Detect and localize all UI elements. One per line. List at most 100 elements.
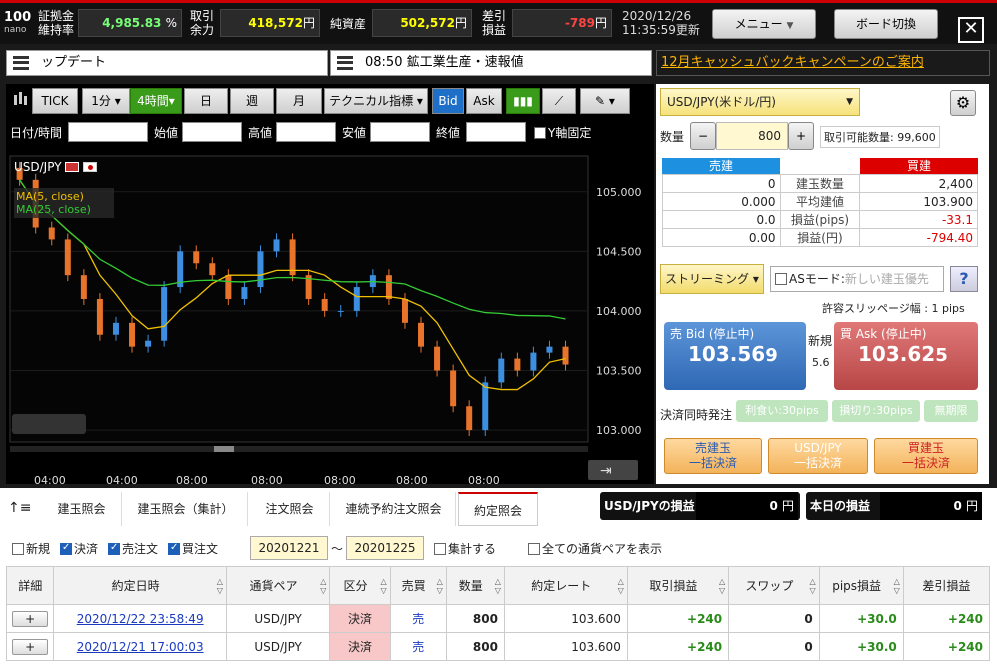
column-header[interactable]: 通貨ペア △ ▽ [225, 566, 331, 605]
filter-buy-checkbox[interactable]: 買注文 [168, 540, 218, 557]
filter-settle-checkbox[interactable]: 決済 [60, 540, 98, 557]
candle-body [562, 346, 569, 365]
quantity-minus-button[interactable]: − [690, 122, 716, 150]
all-pairs-checkbox[interactable]: 全ての通貨ペアを表示 [528, 540, 662, 557]
board-switch-button[interactable]: ボード切換 [834, 9, 938, 39]
execution-datetime-link[interactable]: 2020/12/21 17:00:03 [77, 640, 204, 654]
y-tick-label: 105.000 [596, 186, 642, 199]
zoom-control[interactable] [12, 414, 86, 434]
column-header[interactable]: 売買 △ ▽ [389, 566, 447, 605]
column-header[interactable]: 約定レート △ ▽ [503, 566, 628, 605]
jp-flag-icon [83, 162, 98, 172]
currency-pair-select[interactable]: USD/JPY(米ドル/円) ▼ [660, 88, 860, 116]
column-header[interactable]: 区分 △ ▽ [329, 566, 391, 605]
menu-button[interactable]: メニュー ▼ [712, 9, 816, 39]
candle-body [96, 299, 103, 335]
sort-icon: △ ▽ [893, 576, 900, 595]
quantity-plus-button[interactable]: + [788, 122, 814, 150]
x-tick-label: 08:00 [176, 474, 208, 484]
candle-body [112, 322, 119, 335]
candle-body [353, 287, 360, 311]
buy-ask-button[interactable]: 買 Ask (停止中) 103.625 [834, 322, 978, 390]
column-header[interactable]: pips損益 △ ▽ [818, 566, 904, 605]
stop-loss-button[interactable]: 損切り:30pips [832, 400, 920, 422]
help-icon[interactable]: ? [950, 266, 978, 292]
candle-body [418, 322, 425, 347]
draw-tool-dropdown[interactable]: ✎ ▾ [580, 88, 630, 114]
y-axis-fix-checkbox[interactable]: Y軸固定 [534, 124, 591, 141]
candlestick-icon[interactable] [12, 90, 30, 108]
column-header[interactable]: 取引損益 △ ▽ [626, 566, 730, 605]
scroll-to-end-button[interactable] [588, 460, 638, 480]
sell-bulk-settle-button[interactable]: 売建玉 一括決済 [664, 438, 762, 474]
ask-toggle[interactable]: Ask [466, 88, 502, 114]
column-header[interactable]: 約定日時 △ ▽ [53, 566, 227, 605]
tab-continuous-orders[interactable]: 連続予約注文照会 [332, 492, 456, 526]
take-profit-button[interactable]: 利食い:30pips [736, 400, 828, 422]
bid-toggle[interactable]: Bid [432, 88, 464, 114]
tab-positions-summary[interactable]: 建玉照会（集計） [124, 492, 248, 526]
tab-orders[interactable]: 注文照会 [250, 492, 330, 526]
candle-body [546, 346, 553, 353]
candle-body [466, 406, 473, 431]
y-tick-label: 104.000 [596, 305, 642, 318]
ma25-legend: MA(25, close) [16, 203, 91, 216]
low-field[interactable] [370, 122, 430, 142]
sell-position-header: 売建 [662, 158, 780, 174]
date-to-input[interactable]: 20201225 [346, 536, 424, 560]
timeframe-day-button[interactable]: 日 [184, 88, 228, 114]
date-from-input[interactable]: 20201221 [250, 536, 328, 560]
tab-executions[interactable]: 約定照会 [458, 492, 538, 526]
filter-sell-checkbox[interactable]: 売注文 [108, 540, 158, 557]
news-ticker-1[interactable]: ップデート [6, 50, 328, 76]
news-ticker-2[interactable]: 08:50 鉱工業生産・速報値 [330, 50, 652, 76]
settings-gear-icon[interactable]: ⚙ [950, 90, 976, 116]
quantity-input[interactable]: 800 [716, 122, 788, 150]
close-field[interactable] [466, 122, 526, 142]
technical-indicator-dropdown[interactable]: テクニカル指標 ▾ [324, 88, 428, 114]
timeframe-4h-dropdown[interactable]: 4時間▾ [130, 88, 182, 114]
available-amount: 418,572円 [220, 9, 320, 37]
candle-body [434, 346, 441, 371]
scroll-thumb[interactable] [214, 446, 234, 452]
expand-button[interactable]: + [12, 610, 49, 627]
pl-label: 差引 損益 [482, 9, 507, 37]
datetime-field[interactable] [68, 122, 148, 142]
pair-pl-value: 0 円 [696, 492, 798, 520]
candle-body [64, 239, 71, 276]
campaign-link[interactable]: 12月キャッシュバックキャンペーンのご案内 [656, 50, 990, 76]
candlestick-chart-button[interactable]: ▮▮▮ [506, 88, 540, 114]
tick-button[interactable]: TICK [32, 88, 78, 114]
pair-bulk-settle-button[interactable]: USD/JPY 一括決済 [768, 438, 868, 474]
position-row: 0 建玉数量 2,400 [662, 174, 978, 193]
sort-list-icon[interactable]: ↑≡ [8, 500, 31, 516]
high-field[interactable] [276, 122, 336, 142]
execution-datetime-link[interactable]: 2020/12/22 23:58:49 [77, 612, 204, 626]
sell-bid-button[interactable]: 売 Bid (停止中) 103.569 [664, 322, 806, 390]
column-header[interactable]: スワップ △ ▽ [728, 566, 820, 605]
x-tick-label: 08:00 [468, 474, 500, 484]
timeframe-week-button[interactable]: 週 [230, 88, 274, 114]
ma5-legend: MA(5, close) [16, 190, 84, 203]
aggregate-checkbox[interactable]: 集計する [434, 540, 496, 557]
column-header[interactable]: 数量 △ ▽ [445, 566, 505, 605]
margin-label: 証拠金 維持率 [38, 9, 75, 37]
tab-positions[interactable]: 建玉照会 [42, 492, 122, 526]
close-icon[interactable]: ✕ [958, 17, 984, 43]
top-bar: 100 nano 証拠金 維持率 4,985.83 % 取引 余力 418,572円 … [0, 0, 997, 44]
open-field[interactable] [182, 122, 242, 142]
timeframe-month-button[interactable]: 月 [276, 88, 322, 114]
candle-body [80, 275, 87, 299]
as-mode-checkbox[interactable]: ASモード:新しい建玉優先 [770, 266, 944, 292]
streaming-dropdown[interactable]: ストリーミング ▾ [660, 264, 764, 294]
horizontal-scrollbar[interactable] [10, 446, 588, 452]
line-chart-icon[interactable]: ⟋ [542, 88, 576, 114]
candle-body [514, 358, 521, 371]
unlimited-button[interactable]: 無期限 [924, 400, 978, 422]
buy-bulk-settle-button[interactable]: 買建玉 一括決済 [874, 438, 978, 474]
candle-body [401, 299, 408, 323]
expand-button[interactable]: + [12, 638, 49, 655]
timeframe-1m-dropdown[interactable]: 1分 ▾ [82, 88, 130, 114]
candle-body [482, 382, 489, 431]
filter-new-checkbox[interactable]: 新規 [12, 540, 50, 557]
